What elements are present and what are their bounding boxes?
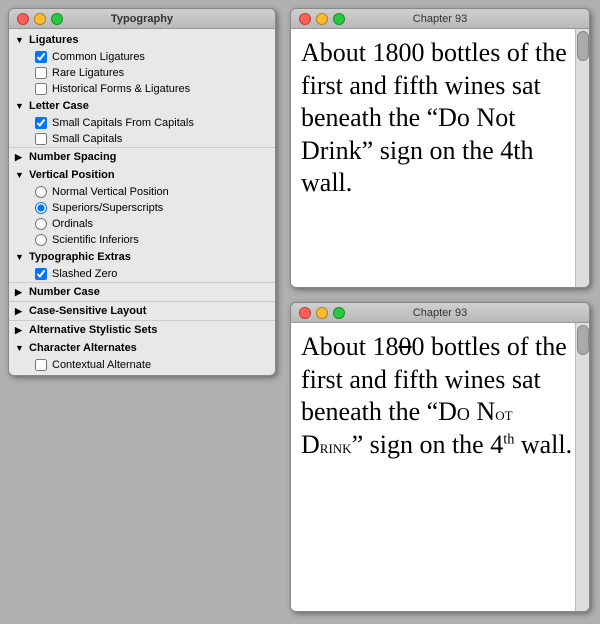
historical-forms-label: Historical Forms & Ligatures: [52, 83, 190, 95]
vertical-position-arrow-icon: [15, 170, 25, 180]
number-spacing-label: Number Spacing: [29, 151, 116, 163]
number-spacing-arrow-icon: ▶: [15, 152, 25, 162]
small-capitals-checkbox[interactable]: [35, 133, 47, 145]
ligatures-arrow-icon: [15, 35, 25, 45]
rare-ligatures-label: Rare Ligatures: [52, 67, 124, 79]
preview-2-scroll-thumb[interactable]: [577, 325, 589, 355]
vertical-position-label: Vertical Position: [29, 169, 115, 181]
scientific-inferiors-label: Scientific Inferiors: [52, 234, 139, 246]
preview-2-minimize-button[interactable]: [316, 307, 328, 319]
historical-forms-checkbox[interactable]: [35, 83, 47, 95]
contextual-alternate-item: Contextual Alternate: [9, 357, 275, 373]
section-number-case-header[interactable]: ▶ Number Case: [9, 282, 275, 301]
small-caps-from-capitals-item: Small Capitals From Capitals: [9, 115, 275, 131]
letter-case-label: Letter Case: [29, 100, 89, 112]
minimize-button[interactable]: [34, 13, 46, 25]
case-sensitive-layout-label: Case-Sensitive Layout: [29, 305, 146, 317]
panel-title: Typography: [111, 13, 173, 25]
preview-1-title: Chapter 93: [413, 13, 467, 25]
common-ligatures-label: Common Ligatures: [52, 51, 145, 63]
section-letter-case-header[interactable]: Letter Case: [9, 97, 275, 115]
panel-titlebar: Typography: [9, 9, 275, 29]
common-ligatures-item: Common Ligatures: [9, 49, 275, 65]
preview-1-close-button[interactable]: [299, 13, 311, 25]
superscript-th: th: [503, 431, 514, 447]
small-capitals-label: Small Capitals: [52, 133, 122, 145]
preview-titlebar-1: Chapter 93: [291, 9, 589, 29]
contextual-alternate-checkbox[interactable]: [35, 359, 47, 371]
superiors-superscripts-item: Superiors/Superscripts: [9, 200, 275, 216]
preview-1-scrollbar[interactable]: [575, 29, 589, 287]
section-case-sensitive-layout-header[interactable]: ▶ Case-Sensitive Layout: [9, 301, 275, 320]
number-case-arrow-icon: ▶: [15, 287, 25, 297]
slashed-zero-label: Slashed Zero: [52, 268, 117, 280]
slashed-zero-checkbox[interactable]: [35, 268, 47, 280]
section-number-spacing-header[interactable]: ▶ Number Spacing: [9, 147, 275, 166]
small-caps-drink: Drink: [301, 430, 352, 459]
ordinals-label: Ordinals: [52, 218, 93, 230]
superiors-superscripts-label: Superiors/Superscripts: [52, 202, 163, 214]
section-ligatures-header[interactable]: Ligatures: [9, 31, 275, 49]
small-caps-from-capitals-checkbox[interactable]: [35, 117, 47, 129]
preview-1-scroll-thumb[interactable]: [577, 31, 589, 61]
section-vertical-position-header[interactable]: Vertical Position: [9, 166, 275, 184]
scientific-inferiors-item: Scientific Inferiors: [9, 232, 275, 248]
typography-panel: Typography Ligatures Common Ligatures Ra…: [8, 8, 276, 376]
small-capitals-item: Small Capitals: [9, 131, 275, 147]
contextual-alternate-label: Contextual Alternate: [52, 359, 151, 371]
preview-1-content: About 1800 bottles of the first and fift…: [291, 29, 589, 287]
historical-forms-item: Historical Forms & Ligatures: [9, 81, 275, 97]
ordinals-radio[interactable]: [35, 218, 47, 230]
alternative-stylistic-sets-label: Alternative Stylistic Sets: [29, 324, 157, 336]
small-caps-do-not: Do Not: [438, 397, 512, 426]
case-sensitive-arrow-icon: ▶: [15, 306, 25, 316]
ordinals-item: Ordinals: [9, 216, 275, 232]
typographic-extras-arrow-icon: [15, 252, 25, 262]
preview-2-scrollbar[interactable]: [575, 323, 589, 611]
slashed-zero-item: Slashed Zero: [9, 266, 275, 282]
common-ligatures-checkbox[interactable]: [35, 51, 47, 63]
superiors-superscripts-radio[interactable]: [35, 202, 47, 214]
section-typographic-extras-header[interactable]: Typographic Extras: [9, 248, 275, 266]
typographic-extras-label: Typographic Extras: [29, 251, 131, 263]
section-character-alternates-header[interactable]: Character Alternates: [9, 339, 275, 357]
slashed-zero-char: 0: [399, 332, 412, 361]
preview-1-maximize-button[interactable]: [333, 13, 345, 25]
preview-window-2: Chapter 93 About 1800 bottles of the fir…: [290, 302, 590, 612]
preview-titlebar-2: Chapter 93: [291, 303, 589, 323]
panel-content: Ligatures Common Ligatures Rare Ligature…: [9, 29, 275, 375]
scientific-inferiors-radio[interactable]: [35, 234, 47, 246]
number-case-label: Number Case: [29, 286, 100, 298]
preview-2-titlebar-buttons: [299, 307, 345, 319]
small-caps-from-capitals-label: Small Capitals From Capitals: [52, 117, 194, 129]
normal-vertical-position-item: Normal Vertical Position: [9, 184, 275, 200]
preview-2-text: About 1800 bottles of the first and fift…: [301, 331, 579, 461]
character-alternates-label: Character Alternates: [29, 342, 137, 354]
preview-window-1: Chapter 93 About 1800 bottles of the fir…: [290, 8, 590, 288]
maximize-button[interactable]: [51, 13, 63, 25]
character-alternates-arrow-icon: [15, 343, 25, 353]
normal-vertical-position-label: Normal Vertical Position: [52, 186, 169, 198]
preview-1-minimize-button[interactable]: [316, 13, 328, 25]
section-alternative-stylistic-sets-header[interactable]: ▶ Alternative Stylistic Sets: [9, 320, 275, 339]
preview-1-text: About 1800 bottles of the first and fift…: [301, 37, 579, 200]
preview-2-content: About 1800 bottles of the first and fift…: [291, 323, 589, 611]
preview-2-close-button[interactable]: [299, 307, 311, 319]
ligatures-label: Ligatures: [29, 34, 79, 46]
titlebar-buttons: [17, 13, 63, 25]
letter-case-arrow-icon: [15, 101, 25, 111]
preview-1-titlebar-buttons: [299, 13, 345, 25]
close-button[interactable]: [17, 13, 29, 25]
preview-2-maximize-button[interactable]: [333, 307, 345, 319]
preview-2-title: Chapter 93: [413, 307, 467, 319]
alternative-stylistic-sets-arrow-icon: ▶: [15, 325, 25, 335]
rare-ligatures-checkbox[interactable]: [35, 67, 47, 79]
normal-vertical-position-radio[interactable]: [35, 186, 47, 198]
rare-ligatures-item: Rare Ligatures: [9, 65, 275, 81]
